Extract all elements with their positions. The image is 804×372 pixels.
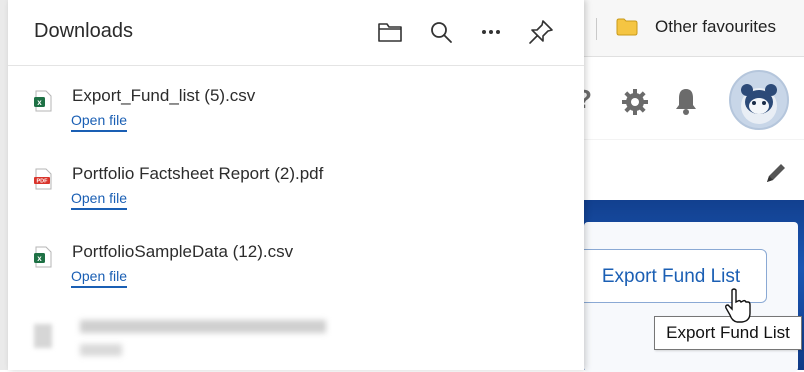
downloads-title: Downloads <box>34 20 133 42</box>
open-file-link[interactable]: Open file <box>71 190 128 210</box>
bookmarks-separator <box>596 18 597 40</box>
gear-icon[interactable] <box>620 87 650 117</box>
hand-cursor-icon <box>725 288 751 323</box>
download-file-name: PortfolioSampleData (12).csv <box>72 242 294 261</box>
bookmark-folder-label[interactable]: Other favourites <box>655 17 776 37</box>
folder-icon[interactable] <box>376 18 404 46</box>
download-file-name: Export_Fund_list (5).csv <box>72 86 256 105</box>
panel-divider <box>8 65 584 66</box>
svg-text:PDF: PDF <box>37 179 49 185</box>
excel-file-icon: x <box>34 90 52 112</box>
open-file-link[interactable]: Open file <box>71 112 128 132</box>
svg-text:x: x <box>37 254 42 263</box>
pdf-file-icon: PDF <box>34 168 52 190</box>
open-file-link[interactable]: Open file <box>71 268 128 288</box>
download-file-name: Portfolio Factsheet Report (2).pdf <box>72 164 324 183</box>
svg-text:x: x <box>37 98 42 107</box>
more-icon[interactable] <box>477 18 505 46</box>
avatar-image <box>741 84 777 124</box>
user-avatar[interactable] <box>729 70 789 130</box>
download-item[interactable]: x PortfolioSampleData (12).csv Open file <box>8 236 584 312</box>
redacted-file-name <box>80 320 326 333</box>
pencil-icon[interactable] <box>763 160 789 186</box>
pin-icon[interactable] <box>527 18 555 46</box>
excel-file-icon: x <box>34 246 52 268</box>
download-item[interactable]: PDF Portfolio Factsheet Report (2).pdf O… <box>8 158 584 234</box>
download-item[interactable]: x Export_Fund_list (5).csv Open file <box>8 80 584 156</box>
window-left-edge <box>0 0 8 370</box>
downloads-panel: Downloads x Export_Fund_list (5).csv Ope… <box>8 0 584 370</box>
bell-icon[interactable] <box>671 86 701 116</box>
search-icon[interactable] <box>427 18 455 46</box>
bookmark-folder-icon[interactable] <box>616 18 638 36</box>
redacted-file-status <box>80 344 122 356</box>
redacted-file-icon <box>34 324 52 348</box>
